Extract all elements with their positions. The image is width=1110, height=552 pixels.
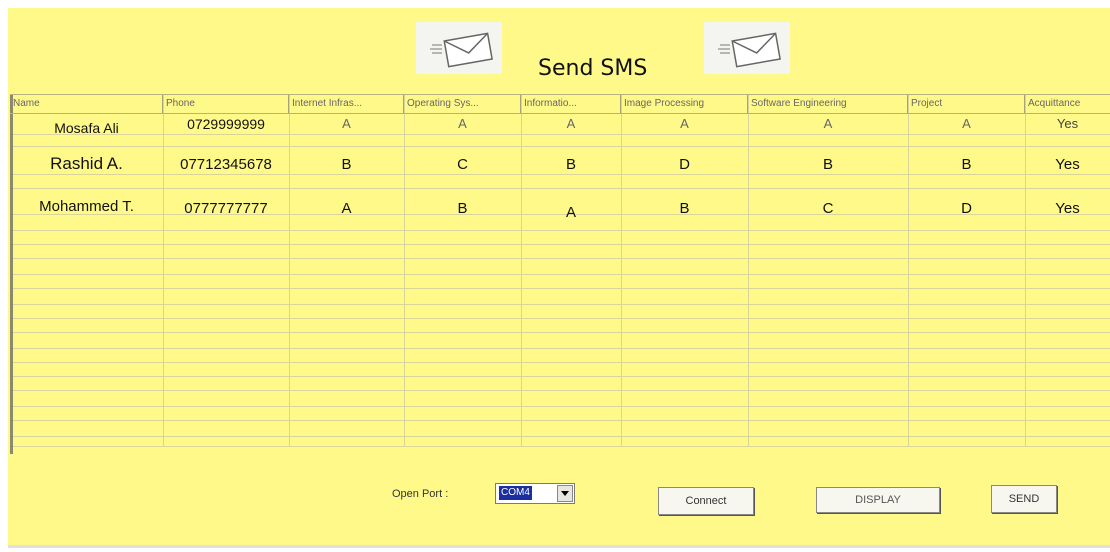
- grid-column-line: [621, 94, 622, 446]
- grid-row-line: [10, 348, 1110, 349]
- connect-button[interactable]: Connect: [658, 487, 754, 515]
- envelope-icon: [704, 22, 790, 74]
- cell-grade: A: [341, 200, 352, 217]
- cell-acquittance: Yes: [1055, 156, 1080, 173]
- cell-phone: 0777777777: [184, 200, 268, 217]
- cell-name: Mohammed T.: [39, 198, 134, 215]
- cell-grade: D: [961, 200, 972, 217]
- envelope-icon: [416, 22, 502, 74]
- page-title: Send SMS: [538, 56, 648, 81]
- column-header-phone[interactable]: Phone: [163, 95, 289, 113]
- bottom-controls: Open Port : COM4 Connect DISPLAY SEND: [8, 446, 1110, 546]
- cell-grade: A: [565, 204, 576, 221]
- cell-grade: B: [822, 156, 833, 173]
- grid-row-line: [10, 376, 1110, 377]
- cell-name: Mosafa Ali: [54, 120, 119, 136]
- chevron-down-icon[interactable]: [557, 485, 573, 502]
- port-select-value[interactable]: COM4: [499, 486, 532, 500]
- grid-row-line: [10, 420, 1110, 421]
- grid-row-line: [10, 304, 1110, 305]
- column-header-acquittance[interactable]: Acquittance: [1025, 95, 1110, 113]
- grid-column-line: [404, 94, 405, 446]
- grid-row-line: [10, 288, 1110, 289]
- cell-grade: C: [822, 200, 834, 217]
- open-port-label: Open Port :: [392, 488, 449, 500]
- grid-row-line: [10, 258, 1110, 259]
- grid-row-line: [10, 406, 1110, 407]
- cell-name: Rashid A.: [50, 154, 123, 173]
- grid-row-line: [10, 332, 1110, 333]
- send-sms-window: Send SMS Name Phone Internet Infras... O…: [8, 8, 1110, 548]
- grid-row-line: [10, 274, 1110, 275]
- grid-column-line: [289, 94, 290, 446]
- grades-table[interactable]: Name Phone Internet Infras... Operating …: [10, 94, 1110, 454]
- cell-grade: B: [457, 200, 468, 217]
- cell-grade: A: [680, 116, 689, 131]
- grid-column-line: [1025, 94, 1026, 446]
- window-bottom-edge: [8, 545, 1110, 548]
- cell-grade: B: [961, 156, 972, 173]
- grid-column-line: [748, 94, 749, 446]
- cell-acquittance: Yes: [1056, 116, 1079, 131]
- cell-phone: 0729999999: [187, 116, 265, 132]
- column-header-project[interactable]: Project: [908, 95, 1025, 113]
- grid-column-line: [521, 94, 522, 446]
- grid-row-line: [10, 436, 1110, 437]
- grid-row-line: [10, 230, 1110, 231]
- column-header-image-processing[interactable]: Image Processing: [621, 95, 748, 113]
- display-button[interactable]: DISPLAY: [816, 487, 940, 513]
- grid-row-line: [10, 318, 1110, 319]
- cell-grade: C: [457, 156, 468, 173]
- cell-grade: B: [679, 200, 690, 217]
- cell-grade: A: [962, 116, 971, 131]
- grid-row-line: [10, 146, 1110, 147]
- cell-grade: B: [341, 156, 352, 173]
- grid-row-line: [10, 390, 1110, 391]
- column-header-os[interactable]: Operating Sys...: [404, 95, 521, 113]
- column-header-software-engineering[interactable]: Software Engineering: [748, 95, 908, 113]
- cell-acquittance: Yes: [1055, 200, 1080, 217]
- send-button[interactable]: SEND: [991, 485, 1057, 513]
- grid-column-line: [163, 94, 164, 446]
- grid-row-line: [10, 188, 1110, 189]
- table-header: Name Phone Internet Infras... Operating …: [10, 94, 1110, 114]
- cell-grade: A: [458, 116, 467, 131]
- cell-grade: A: [823, 116, 833, 131]
- column-header-information[interactable]: Informatio...: [521, 95, 621, 113]
- grid-column-line: [908, 94, 909, 446]
- column-header-internet[interactable]: Internet Infras...: [289, 95, 404, 113]
- cell-grade: B: [565, 156, 576, 173]
- cell-grade: A: [342, 116, 351, 131]
- cell-phone: 07712345678: [180, 156, 272, 173]
- cell-grade: A: [566, 116, 576, 131]
- cell-grade: D: [679, 156, 690, 173]
- grid-row-line: [10, 362, 1110, 363]
- table-left-border: [10, 94, 13, 454]
- port-select[interactable]: COM4: [495, 483, 575, 504]
- column-header-name[interactable]: Name: [10, 95, 163, 113]
- grid-row-line: [10, 174, 1110, 175]
- grid-row-line: [10, 134, 1110, 135]
- grid-row-line: [10, 244, 1110, 245]
